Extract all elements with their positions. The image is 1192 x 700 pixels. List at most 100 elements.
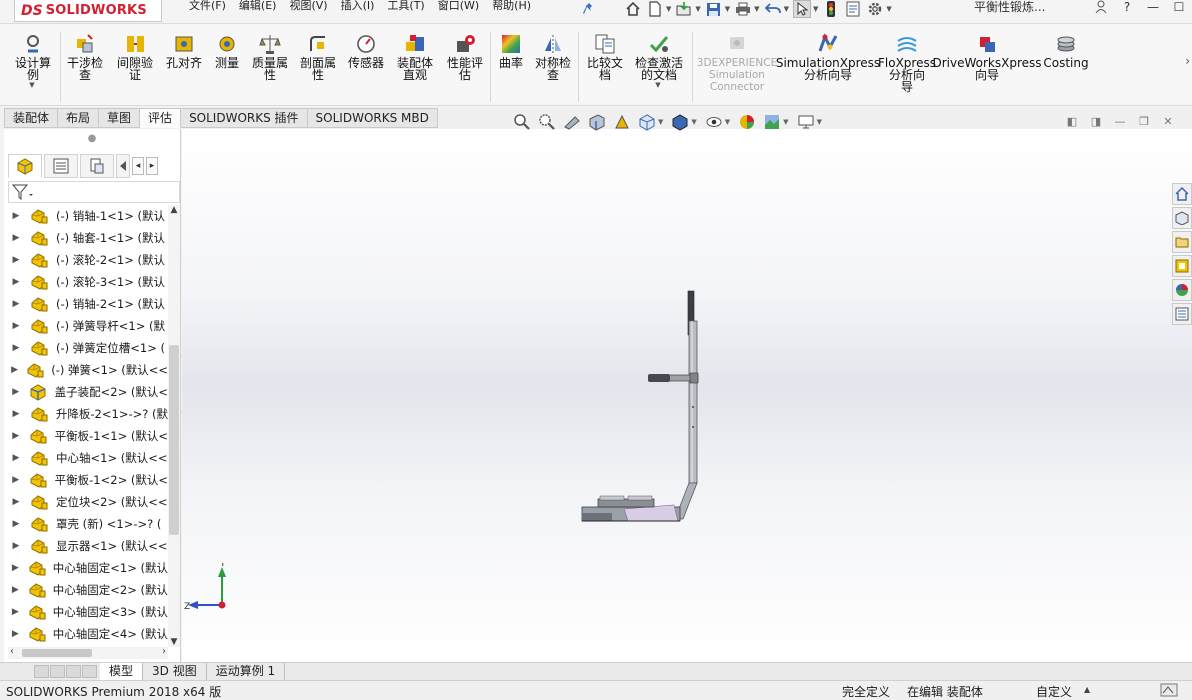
tree-item[interactable]: ▶ 升降板-2<1>->? (默 xyxy=(4,403,168,425)
tabs-scroll-right-icon[interactable]: ▸ xyxy=(146,157,158,175)
viewport-minimize-icon[interactable]: — xyxy=(1112,114,1128,130)
new-document-icon[interactable] xyxy=(646,0,664,18)
undo-dropdown-icon[interactable]: ▼ xyxy=(784,5,789,13)
expand-arrow-icon[interactable]: ▶ xyxy=(4,299,24,309)
undo-icon[interactable] xyxy=(764,0,782,18)
expand-arrow-icon[interactable]: ▶ xyxy=(4,387,23,397)
expand-arrow-icon[interactable]: ▶ xyxy=(4,497,24,507)
print-icon[interactable] xyxy=(734,0,752,18)
tree-vertical-scrollbar[interactable]: ▲ ▼ xyxy=(168,205,180,647)
display-style-dropdown-icon[interactable]: ▼ xyxy=(691,118,696,126)
menu-tools[interactable]: 工具(T) xyxy=(384,0,434,14)
curvature-button[interactable]: 曲率 xyxy=(494,32,528,69)
driveworksxpress-button[interactable]: DriveWorksXpress 向导 xyxy=(932,32,1042,81)
tab-model[interactable]: 模型 xyxy=(100,663,144,680)
expand-arrow-icon[interactable]: ▶ xyxy=(4,255,24,265)
tree-item[interactable]: ▶ 盖子装配<2> (默认< xyxy=(4,381,168,403)
hscroll-thumb[interactable] xyxy=(22,649,92,657)
tree-item[interactable]: ▶ 定位块<2> (默认<< xyxy=(4,491,168,513)
panel-grip-icon[interactable]: ● xyxy=(4,129,180,149)
file-properties-icon[interactable] xyxy=(844,0,862,18)
custom-properties-icon[interactable] xyxy=(1172,303,1192,325)
tree-item[interactable]: ▶ 中心轴固定<1> (默认 xyxy=(4,557,168,579)
symmetry-check-button[interactable]: 对称检 查 xyxy=(530,32,576,81)
status-bar-options-icon[interactable] xyxy=(1160,683,1178,700)
appearances-icon[interactable] xyxy=(1172,279,1192,301)
scroll-right-icon[interactable]: › xyxy=(162,646,166,657)
expand-arrow-icon[interactable]: ▶ xyxy=(4,629,23,639)
hide-show-items-icon[interactable] xyxy=(704,112,724,132)
open-document-icon[interactable] xyxy=(675,0,693,18)
open-dropdown-icon[interactable]: ▼ xyxy=(695,5,700,13)
unit-system-dropdown-icon[interactable]: ▲ xyxy=(1084,685,1090,694)
save-icon[interactable] xyxy=(705,0,723,18)
tab-layout[interactable]: 布局 xyxy=(58,108,100,128)
expand-arrow-icon[interactable]: ▶ xyxy=(4,585,23,595)
tree-item[interactable]: ▶ (-) 轴套-1<1> (默认 xyxy=(4,227,168,249)
assembly-visualization-button[interactable]: 装配体 直观 xyxy=(392,32,438,81)
solidworks-resources-icon[interactable] xyxy=(1172,183,1192,205)
simulationxpress-button[interactable]: SimulationXpress 分析向导 xyxy=(776,32,880,81)
new-dropdown-icon[interactable]: ▼ xyxy=(666,5,671,13)
scroll-up-icon[interactable]: ▲ xyxy=(168,205,180,215)
view-settings-icon[interactable] xyxy=(796,112,816,132)
unit-system[interactable]: 自定义 xyxy=(1036,683,1072,700)
performance-evaluation-button[interactable]: 性能评 估 xyxy=(442,32,488,81)
apply-scene-dropdown-icon[interactable]: ▼ xyxy=(783,118,788,126)
file-explorer-icon[interactable] xyxy=(1172,231,1192,253)
menu-help[interactable]: 帮助(H) xyxy=(489,0,541,14)
menu-view[interactable]: 视图(V) xyxy=(286,0,337,14)
command-scroll-right-icon[interactable]: › xyxy=(1185,54,1190,68)
expand-arrow-icon[interactable]: ▶ xyxy=(4,475,23,485)
dimxpert-tab-icon[interactable] xyxy=(116,154,130,178)
costing-button[interactable]: Costing xyxy=(1042,32,1090,69)
check-active-document-button[interactable]: 检查激活 的文档 ▼ xyxy=(630,32,688,89)
compare-documents-button[interactable]: 比较文 档 xyxy=(582,32,628,81)
expand-arrow-icon[interactable]: ▶ xyxy=(4,519,24,529)
view-settings-dropdown-icon[interactable]: ▼ xyxy=(817,118,822,126)
measure-button[interactable]: 测量 xyxy=(210,32,244,69)
propertymanager-tab-icon[interactable] xyxy=(44,154,78,178)
tree-item[interactable]: ▶ 平衡板-1<1> (默认< xyxy=(4,425,168,447)
expand-arrow-icon[interactable]: ▶ xyxy=(4,607,23,617)
expand-arrow-icon[interactable]: ▶ xyxy=(4,365,21,375)
viewport-collapse-left-icon[interactable]: ◧ xyxy=(1064,114,1080,130)
tabs-scroll-left-icon[interactable]: ◂ xyxy=(132,157,144,175)
expand-arrow-icon[interactable]: ▶ xyxy=(4,343,24,353)
assembly-model[interactable] xyxy=(578,287,708,527)
tab-sketch[interactable]: 草图 xyxy=(99,108,141,128)
view-orientation-dropdown-icon[interactable]: ▼ xyxy=(658,118,663,126)
tree-item[interactable]: ▶ (-) 滚轮-2<1> (默认 xyxy=(4,249,168,271)
first-tab-icon[interactable] xyxy=(34,665,49,678)
expand-arrow-icon[interactable]: ▶ xyxy=(4,541,24,551)
configurationmanager-tab-icon[interactable] xyxy=(80,154,114,178)
tree-item[interactable]: ▶ 中心轴固定<3> (默认 xyxy=(4,601,168,623)
viewport-collapse-right-icon[interactable]: ◨ xyxy=(1088,114,1104,130)
menu-window[interactable]: 窗口(W) xyxy=(435,0,489,14)
viewport-restore-icon[interactable]: ❐ xyxy=(1136,114,1152,130)
section-properties-button[interactable]: 剖面属 性 xyxy=(296,32,340,81)
select-icon[interactable] xyxy=(792,0,811,18)
tree-item[interactable]: ▶ (-) 销轴-2<1> (默认 xyxy=(4,293,168,315)
options-gear-icon[interactable] xyxy=(866,0,884,18)
tree-item[interactable]: ▶ 显示器<1> (默认<< xyxy=(4,535,168,557)
tree-item[interactable]: ▶ (-) 滚轮-3<1> (默认 xyxy=(4,271,168,293)
mass-properties-button[interactable]: 质量属 性 xyxy=(248,32,292,81)
minimize-icon[interactable]: — xyxy=(1140,0,1166,16)
tree-horizontal-scrollbar[interactable]: ‹ › xyxy=(8,646,168,659)
help-button[interactable]: ? xyxy=(1114,0,1140,16)
section-view-icon[interactable] xyxy=(587,112,607,132)
design-study-dropdown-icon[interactable]: ▼ xyxy=(29,81,34,89)
tab-solidworks-mbd[interactable]: SOLIDWORKS MBD xyxy=(307,108,438,128)
clearance-verification-button[interactable]: 间隙验 证 xyxy=(112,32,158,81)
tree-item[interactable]: ▶ (-) 销轴-1<1> (默认 xyxy=(4,205,168,227)
last-tab-icon[interactable] xyxy=(82,665,97,678)
hide-show-dropdown-icon[interactable]: ▼ xyxy=(725,118,730,126)
menu-edit[interactable]: 编辑(E) xyxy=(236,0,287,14)
viewport-close-icon[interactable]: ✕ xyxy=(1160,114,1176,130)
tree-item[interactable]: ▶ 中心轴固定<2> (默认 xyxy=(4,579,168,601)
prev-tab-icon[interactable] xyxy=(50,665,65,678)
tree-item[interactable]: ▶ (-) 弹簧定位槽<1> ( xyxy=(4,337,168,359)
rebuild-icon[interactable] xyxy=(822,0,840,18)
interference-check-button[interactable]: 干涉检 查 xyxy=(62,32,108,81)
